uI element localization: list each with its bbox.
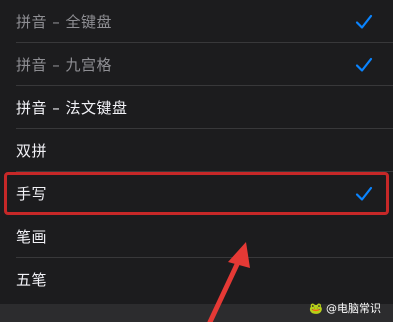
keyboard-option-pinyin-french[interactable]: 拼音 – 法文键盘 <box>0 86 393 129</box>
keyboard-option-label: 拼音 – 全键盘 <box>16 13 113 31</box>
checkmark-icon <box>355 186 373 201</box>
keyboard-option-label: 双拼 <box>16 142 48 160</box>
keyboard-option-label: 拼音 – 九宫格 <box>16 56 113 74</box>
keyboard-option-label: 笔画 <box>16 228 48 246</box>
watermark: 🐸 @电脑常识 <box>309 300 381 316</box>
keyboard-option-label: 手写 <box>16 185 48 203</box>
keyboard-option-pinyin-9key[interactable]: 拼音 – 九宫格 <box>0 43 393 86</box>
keyboard-option-label: 拼音 – 法文键盘 <box>16 99 128 117</box>
keyboard-option-stroke[interactable]: 笔画 <box>0 215 393 258</box>
keyboard-option-wubi[interactable]: 五笔 <box>0 258 393 301</box>
keyboard-option-shuangpin[interactable]: 双拼 <box>0 129 393 172</box>
keyboard-list: 拼音 – 全键盘 拼音 – 九宫格 拼音 – 法文键盘 双拼 手写 笔画 五笔 <box>0 0 393 304</box>
watermark-text: @电脑常识 <box>326 302 381 315</box>
keyboard-option-label: 五笔 <box>16 271 48 289</box>
checkmark-icon <box>355 14 373 29</box>
keyboard-option-handwriting[interactable]: 手写 <box>4 172 389 215</box>
keyboard-option-pinyin-full[interactable]: 拼音 – 全键盘 <box>0 0 393 43</box>
watermark-logo-icon: 🐸 <box>309 301 323 315</box>
keyboard-settings-screen: 拼音 – 全键盘 拼音 – 九宫格 拼音 – 法文键盘 双拼 手写 笔画 五笔 … <box>0 0 393 322</box>
checkmark-icon <box>355 57 373 72</box>
